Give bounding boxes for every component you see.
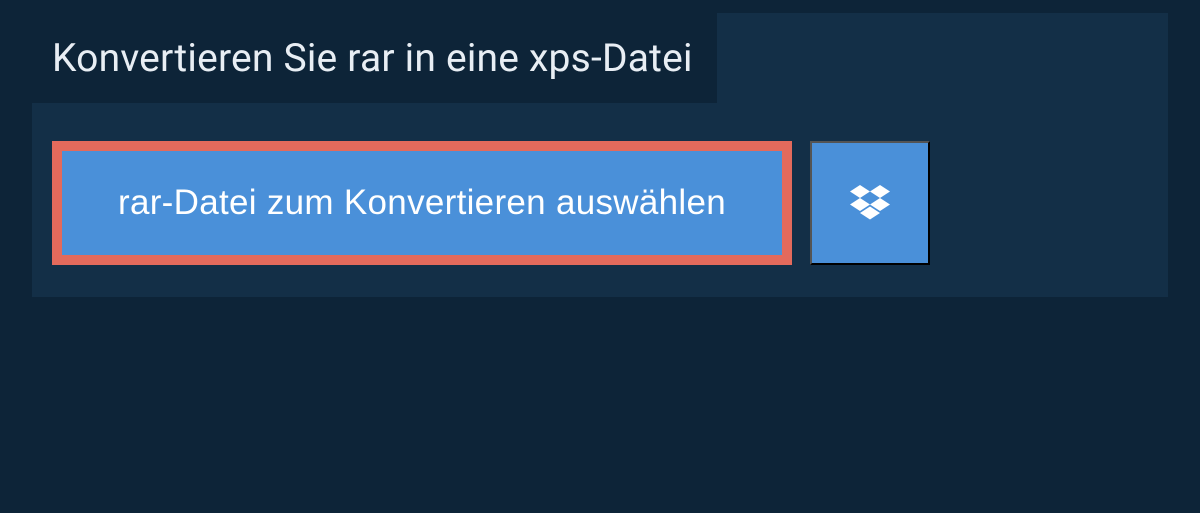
dropbox-icon [850, 185, 890, 221]
page-title: Konvertieren Sie rar in eine xps-Datei [32, 35, 693, 81]
action-row: rar-Datei zum Konvertieren auswählen [32, 103, 1168, 265]
title-container: Konvertieren Sie rar in eine xps-Datei [32, 13, 717, 103]
converter-panel: Konvertieren Sie rar in eine xps-Datei r… [32, 13, 1168, 297]
select-file-button[interactable]: rar-Datei zum Konvertieren auswählen [52, 141, 792, 265]
dropbox-button[interactable] [810, 141, 930, 265]
